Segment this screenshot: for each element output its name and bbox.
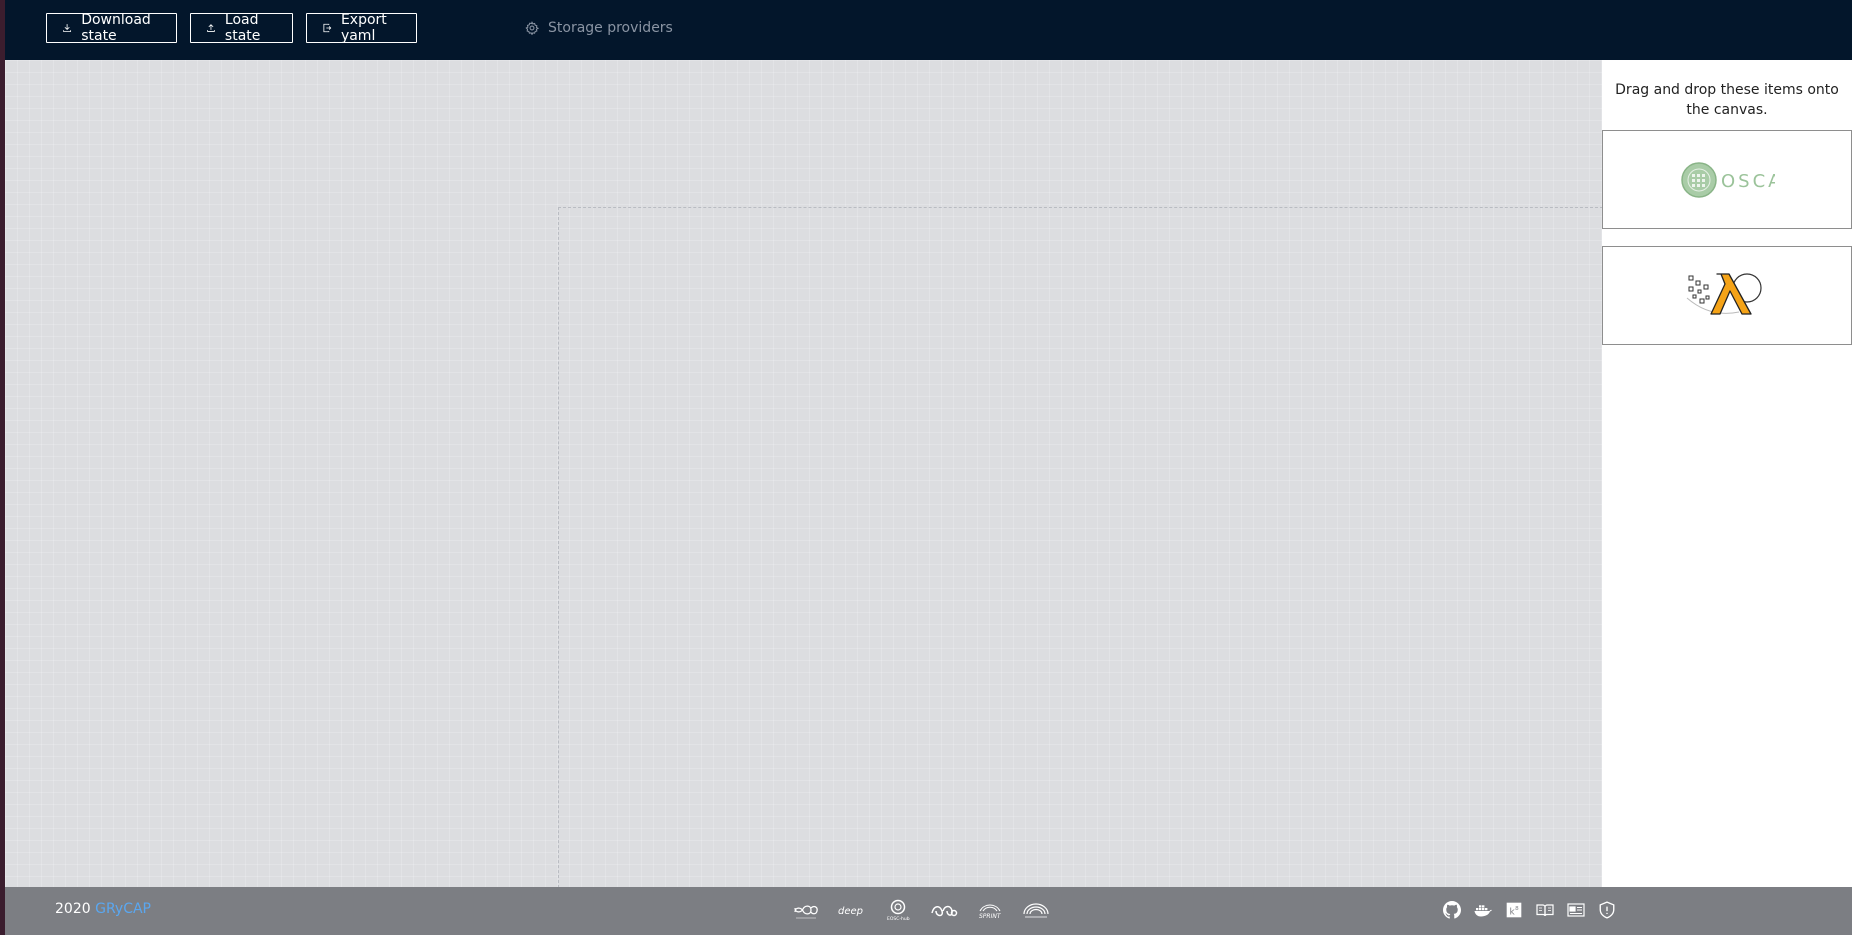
workflow-canvas[interactable] [5,60,1603,898]
footer: 2020 GRyCAP deep EOSC-hub SPRINT k 8 [5,887,1852,935]
load-state-label: Load state [224,12,261,44]
export-icon [323,23,332,33]
storage-providers-button[interactable]: Storage providers [525,13,673,43]
svg-text:EOSC-hub: EOSC-hub [887,916,910,921]
svg-text:deep: deep [838,906,863,917]
svg-text:SPRINT: SPRINT [979,913,1002,920]
blog-icon[interactable] [1566,900,1585,919]
aws-lambda-component-tile[interactable] [1602,246,1852,345]
deep-logo-icon[interactable]: deep [837,895,867,925]
eosc-hub-logo-icon[interactable]: EOSC-hub [883,895,913,925]
components-panel: Drag and drop these items onto the canva… [1602,60,1852,887]
app-window: Download state Load state Export yaml St… [5,0,1852,935]
lambda-logo-icon [1686,272,1762,315]
canvas-workspace-area[interactable] [558,207,1603,898]
footer-links: k8 [1442,900,1616,919]
docs-icon[interactable] [1535,900,1554,919]
grycap-link[interactable]: GRyCAP [95,901,151,917]
upload-icon [207,24,215,32]
ai4eosc-logo-icon[interactable] [791,895,821,925]
oscar-logo-icon: OSCAR [1680,161,1775,198]
top-toolbar: Download state Load state Export yaml St… [5,0,1852,60]
oscar-component-tile[interactable]: OSCAR [1602,130,1852,229]
download-state-button[interactable]: Download state [46,12,177,44]
export-yaml-button[interactable]: Export yaml [306,12,417,44]
download-icon [63,24,72,32]
svg-text:8: 8 [1515,906,1519,912]
docker-icon[interactable] [1473,900,1492,919]
oscar-logo-text: OSCAR [1721,171,1775,192]
export-yaml-label: Export yaml [340,12,387,44]
sprint-logo-icon[interactable]: SPRINT [975,895,1005,925]
gear-icon [525,21,539,35]
egi-logo-icon[interactable] [929,895,959,925]
load-state-button[interactable]: Load state [190,12,293,44]
storage-providers-label: Storage providers [548,20,673,36]
github-icon[interactable] [1442,900,1461,919]
privacy-icon[interactable] [1597,900,1616,919]
download-state-label: Download state [81,12,151,44]
upv-logo-icon[interactable] [1021,895,1051,925]
copyright: 2020 GRyCAP [55,901,151,917]
panel-instructions: Drag and drop these items onto the canva… [1615,82,1839,118]
partner-logos: deep EOSC-hub SPRINT [791,895,1051,925]
copyright-year: 2020 [55,901,91,917]
k8s-icon[interactable]: k8 [1504,900,1523,919]
